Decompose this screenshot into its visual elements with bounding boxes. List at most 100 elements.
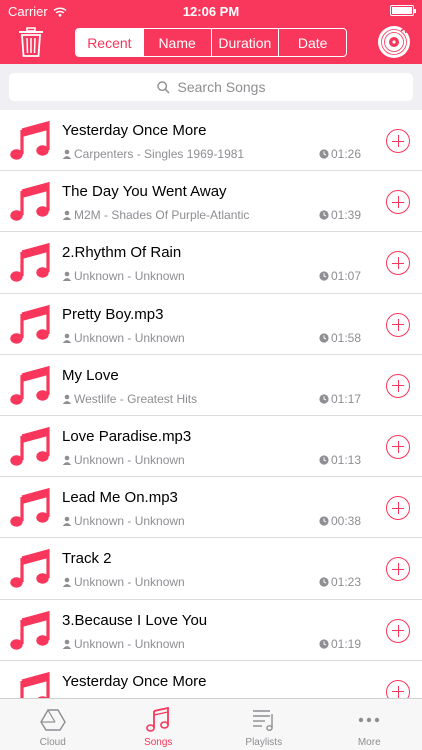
add-to-playlist-button[interactable] bbox=[386, 129, 410, 153]
clock-icon bbox=[319, 516, 329, 526]
tab-cloud[interactable]: Cloud bbox=[0, 699, 106, 750]
song-row[interactable]: My Love Westlife - Greatest Hits 01:17 bbox=[0, 355, 422, 416]
song-duration-value: 01:19 bbox=[331, 636, 362, 651]
trash-icon bbox=[19, 27, 43, 57]
clock-icon bbox=[319, 332, 329, 343]
song-row[interactable]: 3.Because I Love You Unknown - Unknown 01:… bbox=[0, 600, 422, 661]
song-title: 2.Rhythm Of Rain bbox=[62, 244, 182, 262]
add-to-playlist-button[interactable] bbox=[386, 496, 410, 521]
artist-icon bbox=[62, 455, 72, 465]
artist-icon bbox=[62, 394, 72, 404]
segment-recent[interactable]: Recent bbox=[76, 29, 143, 56]
clock-icon bbox=[319, 577, 329, 587]
song-artwork-note-icon bbox=[10, 304, 50, 344]
more-dots-icon bbox=[359, 717, 380, 723]
add-to-playlist-button[interactable] bbox=[386, 312, 410, 337]
song-artwork-note-icon bbox=[20, 671, 50, 698]
battery-icon bbox=[390, 5, 416, 16]
song-row[interactable]: Pretty Boy.mp3 Unknown - Unknown 01:58 bbox=[0, 294, 422, 355]
clock-icon bbox=[319, 394, 329, 404]
add-to-playlist-button[interactable] bbox=[386, 679, 410, 698]
song-subtitle: Unknown - Unknown bbox=[62, 514, 185, 528]
tab-playlists[interactable]: Playlists bbox=[211, 699, 317, 750]
artist-icon bbox=[62, 516, 72, 527]
song-duration-value: 01:26 bbox=[331, 147, 362, 161]
song-duration: 01:17 bbox=[319, 392, 361, 406]
song-duration-value: 01:07 bbox=[331, 269, 362, 284]
song-artist-album: Unknown - Unknown bbox=[74, 514, 185, 529]
add-to-playlist-button[interactable] bbox=[386, 434, 410, 459]
cloud-drive-icon bbox=[39, 709, 66, 731]
now-playing-button[interactable] bbox=[376, 24, 412, 60]
tab-more-label: More bbox=[357, 737, 381, 748]
trash-button[interactable] bbox=[18, 27, 44, 57]
segment-duration[interactable]: Duration bbox=[210, 29, 279, 56]
segment-date[interactable]: Date bbox=[278, 29, 346, 56]
tab-playlists-label: Playlists bbox=[245, 737, 283, 748]
tab-bar: Cloud Songs Playlists More bbox=[0, 698, 422, 750]
artist-icon bbox=[62, 272, 72, 282]
search-input[interactable]: Search Songs bbox=[9, 73, 413, 101]
clock-icon bbox=[319, 271, 329, 281]
search-bar: Search Songs bbox=[0, 64, 422, 110]
song-subtitle: Unknown - Unknown bbox=[62, 269, 185, 283]
song-duration: 01:19 bbox=[319, 637, 361, 651]
song-duration: 01:39 bbox=[319, 208, 361, 222]
song-title: My Love bbox=[62, 366, 119, 384]
tab-more[interactable]: More bbox=[317, 699, 422, 750]
song-artist-album: Unknown - Unknown bbox=[74, 330, 185, 345]
song-row[interactable]: Yesterday Once MoreCarpenters - Singles … bbox=[0, 110, 422, 172]
status-time: 12:06 PM bbox=[182, 4, 240, 19]
clock-icon bbox=[319, 455, 329, 465]
status-bar: Carrier 12:06 PM bbox=[0, 0, 422, 22]
song-row[interactable]: The Day You Went Away M2M - Shades Of Pur… bbox=[0, 171, 422, 233]
artist-icon bbox=[62, 333, 72, 343]
song-row[interactable]: Love Paradise.mp3 Unknown - Unknown 01:13 bbox=[0, 416, 422, 478]
sort-segmented-control: Recent Name Duration Date bbox=[75, 28, 347, 57]
add-to-playlist-button[interactable] bbox=[386, 557, 410, 582]
add-to-playlist-button[interactable] bbox=[386, 373, 410, 398]
song-artwork-note-icon bbox=[10, 365, 50, 405]
song-row[interactable]: Lead Me On.mp3 Unknown - Unknown 00:38 bbox=[0, 477, 422, 539]
artist-icon bbox=[62, 639, 72, 649]
song-duration: 01:58 bbox=[319, 331, 361, 345]
song-row[interactable]: 2.Rhythm Of Rain Unknown - Unknown 01:07 bbox=[0, 232, 422, 294]
tab-cloud-label: Cloud bbox=[39, 737, 66, 748]
tab-songs[interactable]: Songs bbox=[106, 699, 212, 750]
song-artist-album: M2M - Shades Of Purple-Atlantic bbox=[74, 208, 250, 223]
song-artwork-note-icon bbox=[10, 120, 50, 160]
clock-icon bbox=[319, 149, 329, 159]
song-duration-value: 01:23 bbox=[331, 575, 362, 590]
song-list: Yesterday Once More Carpenters - Singles … bbox=[0, 110, 422, 698]
add-to-playlist-button[interactable] bbox=[386, 618, 410, 643]
song-artwork-note-icon bbox=[10, 488, 50, 527]
song-artist-album: Carpenters - Singles 1969-1981 bbox=[74, 147, 245, 161]
playlist-icon bbox=[252, 710, 273, 731]
song-artwork-note-icon bbox=[10, 182, 50, 221]
song-row[interactable]: Yesterday Once MoreCarpenters - Singles … bbox=[0, 661, 422, 698]
song-artwork-note-icon bbox=[10, 610, 50, 650]
song-subtitle: M2M - Shades Of Purple-Atlantic bbox=[62, 208, 249, 222]
artist-icon bbox=[62, 149, 72, 159]
song-artist-album: Unknown - Unknown bbox=[74, 452, 185, 467]
song-subtitle: Unknown - Unknown bbox=[62, 575, 185, 589]
song-title: Track 2 bbox=[62, 550, 112, 568]
clock-icon bbox=[319, 638, 329, 649]
song-row[interactable]: Track 2 Unknown - Unknown 01:23 bbox=[0, 538, 422, 600]
add-to-playlist-button[interactable] bbox=[386, 190, 410, 215]
song-duration-value: 00:38 bbox=[331, 514, 362, 529]
song-duration-value: 01:39 bbox=[331, 208, 362, 223]
vinyl-disc-icon bbox=[378, 26, 410, 58]
artist-icon bbox=[62, 210, 72, 221]
song-title: Pretty Boy.mp3 bbox=[62, 305, 164, 323]
song-duration-value: 01:13 bbox=[331, 452, 362, 467]
song-artist-album: Unknown - Unknown bbox=[74, 269, 185, 284]
song-duration-value: 01:58 bbox=[331, 330, 362, 345]
add-to-playlist-button[interactable] bbox=[386, 251, 410, 276]
song-subtitle: Unknown - Unknown bbox=[62, 637, 185, 651]
segment-name[interactable]: Name bbox=[142, 29, 211, 56]
song-title: 3.Because I Love You bbox=[62, 611, 208, 629]
song-artwork-note-icon bbox=[10, 243, 50, 283]
song-artwork-note-icon bbox=[10, 549, 50, 589]
song-title: The Day You Went Away bbox=[62, 183, 227, 201]
